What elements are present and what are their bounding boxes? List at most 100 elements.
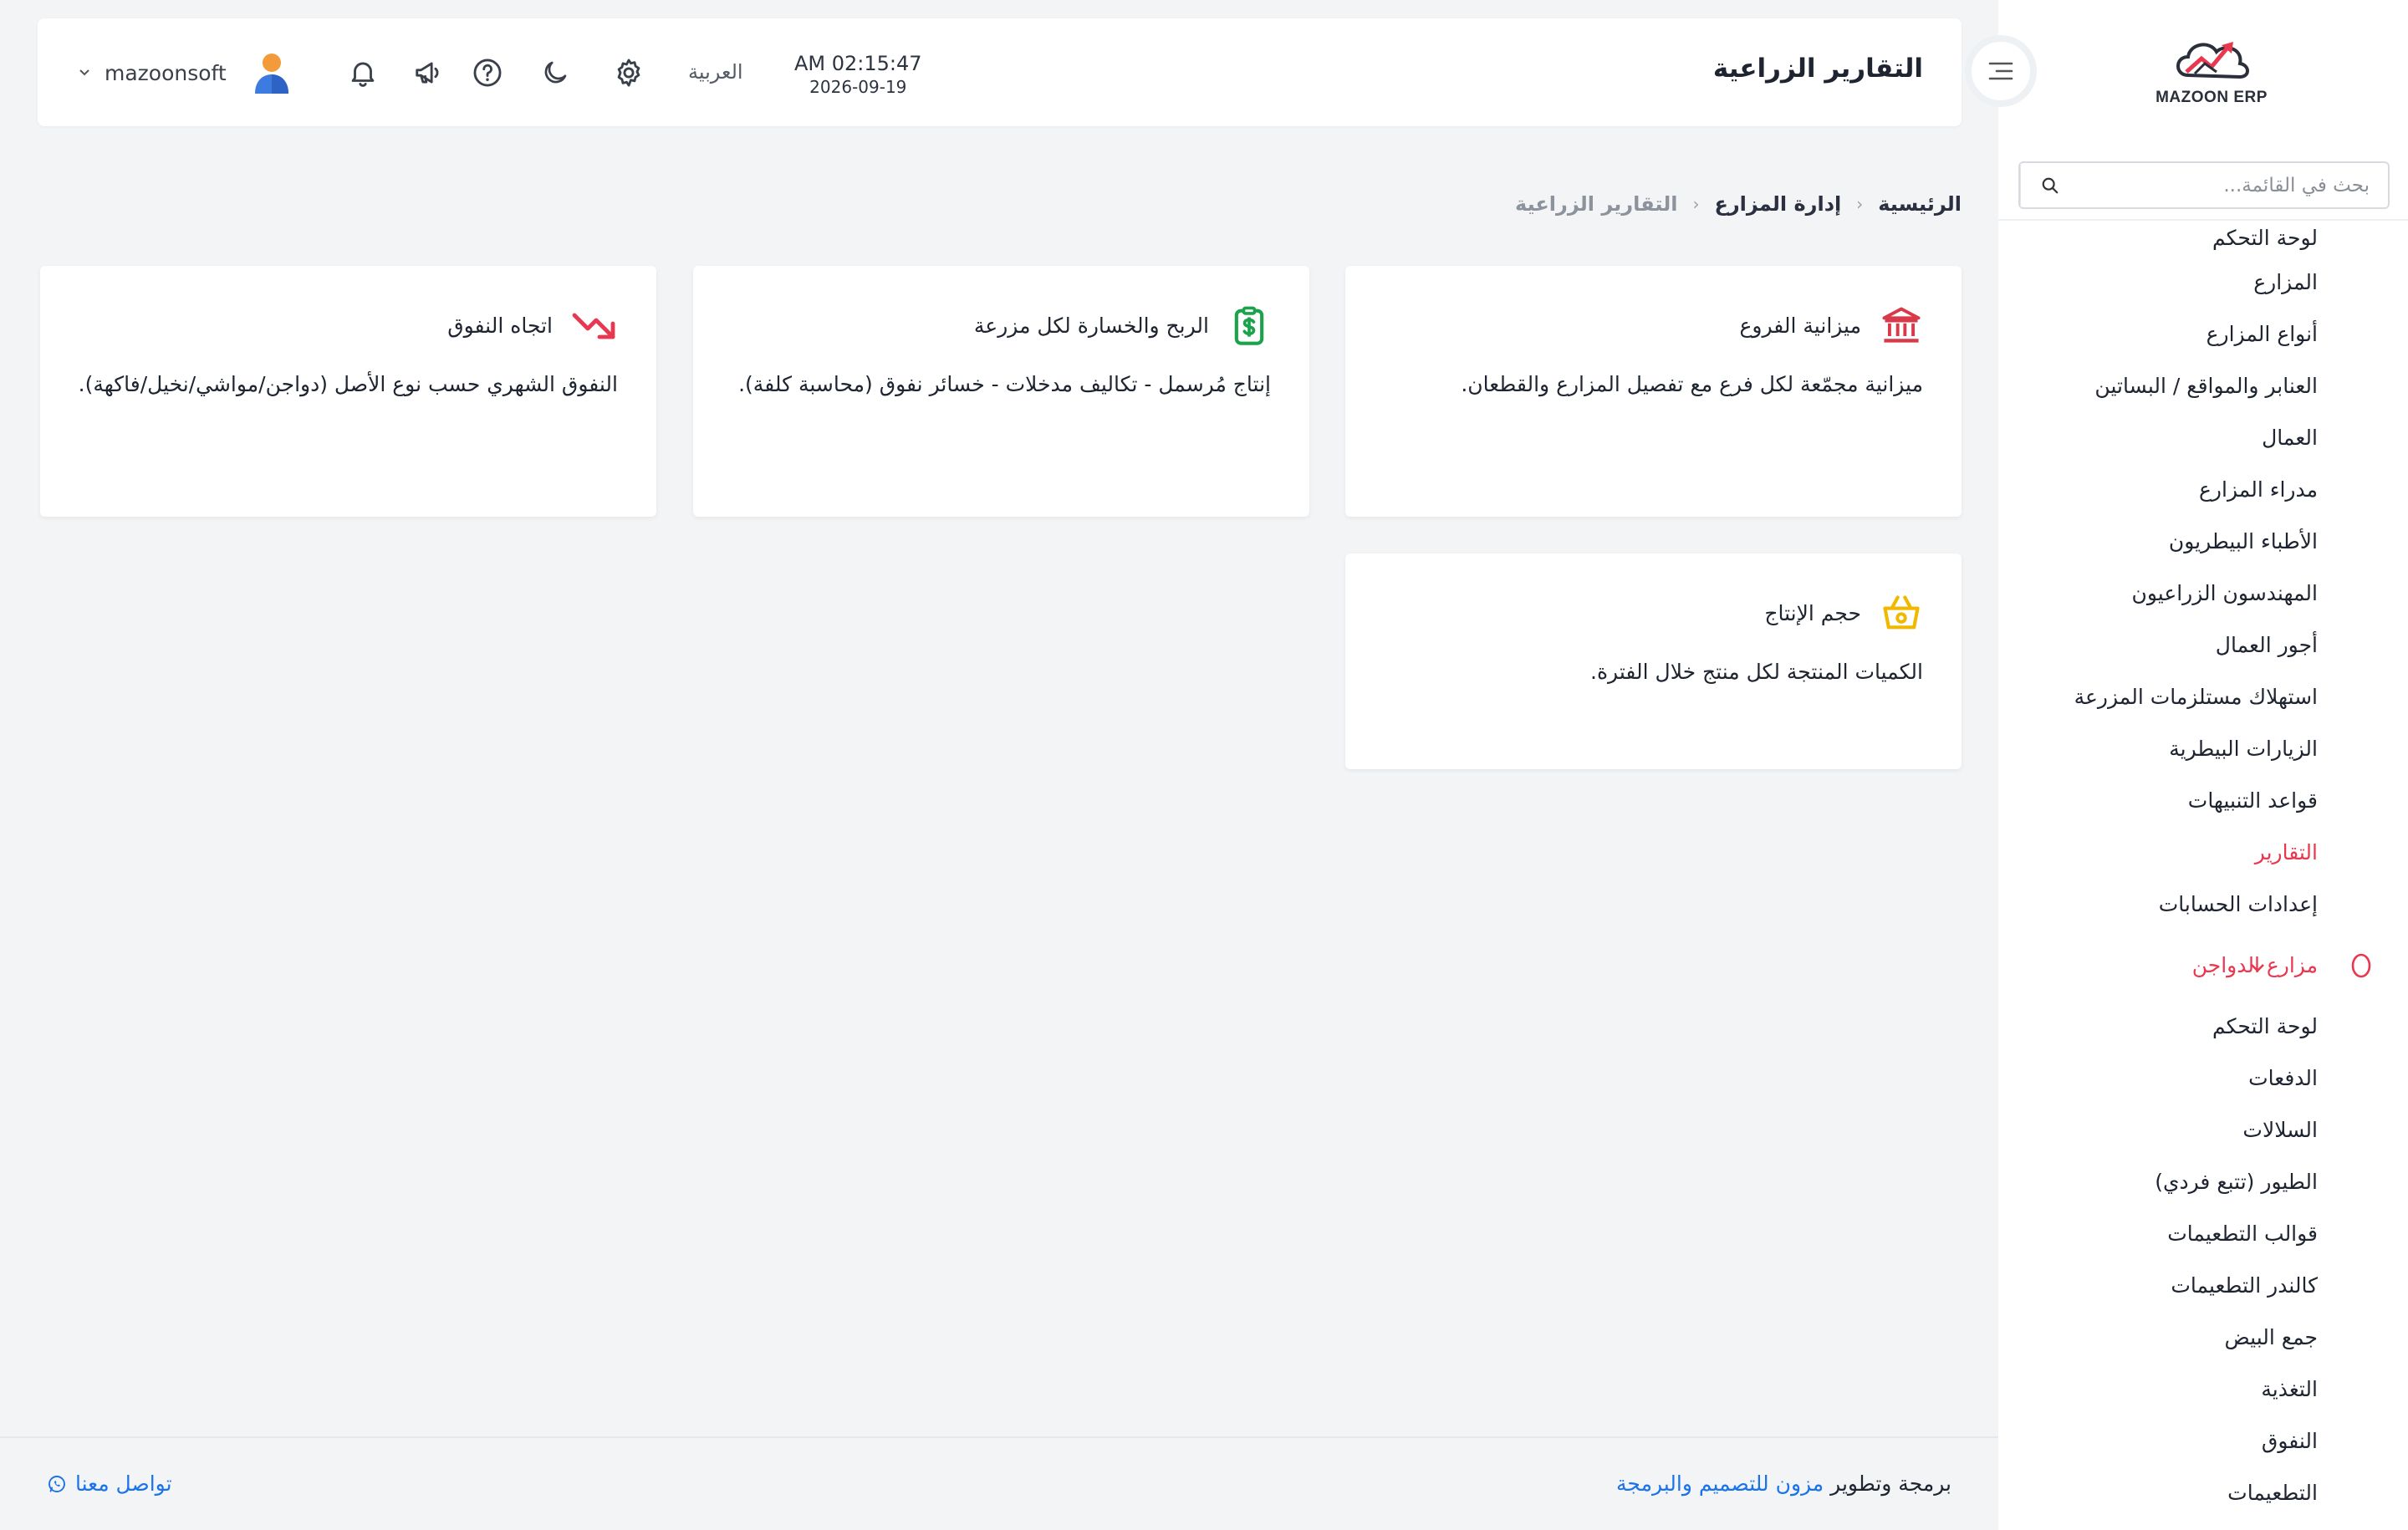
breadcrumb-section[interactable]: إدارة المزارع <box>1714 192 1841 216</box>
sidebar-item-label: إعدادات الحسابات <box>2158 891 2318 916</box>
card-description: ميزانية مجمّعة لكل فرع مع تفصيل المزارع … <box>1461 372 1923 396</box>
sidebar-item-label: لوحة التحكم <box>2212 225 2318 250</box>
logo-cloud-icon <box>2176 42 2249 79</box>
sidebar-item-vet-visits[interactable]: الزيارات البيطرية <box>1998 722 2408 774</box>
sidebar-item-label: قواعد التنبيهات <box>2187 788 2318 813</box>
search-input[interactable] <box>2079 163 2388 207</box>
megaphone-icon <box>416 62 439 84</box>
card-title: ميزانية الفروع <box>1739 313 1861 338</box>
sidebar-subitem-label: السلالات <box>2242 1117 2318 1142</box>
gear-icon <box>617 59 640 87</box>
logo-text: MAZOON ERP <box>2155 89 2268 106</box>
sidebar-subitem-label: النفوق <box>2261 1428 2318 1453</box>
top-bar: التقارير الزراعية AM 02:15:47 2026-09-19… <box>38 18 1962 126</box>
help-icon <box>473 59 502 87</box>
search-icon <box>2042 177 2058 193</box>
dark-mode-toggle[interactable] <box>536 54 574 92</box>
clock-date: 2026-09-19 <box>809 77 907 97</box>
report-card-branch-budget[interactable]: ميزانية الفروع ميزانية مجمّعة لكل فرع مع… <box>1345 266 1962 517</box>
sidebar-subitem-mortality[interactable]: النفوق <box>1998 1415 2408 1466</box>
sidebar-subitem-batches[interactable]: الدفعات <box>1998 1052 2408 1104</box>
sidebar-subitem-vaccinations[interactable]: التطعيمات <box>1998 1466 2408 1518</box>
sidebar-item-farm-managers[interactable]: مدراء المزارع <box>1998 463 2408 515</box>
sidebar-subitem-label: جمع البيض <box>2224 1324 2318 1349</box>
clock: AM 02:15:47 2026-09-19 <box>794 52 922 97</box>
language-switch[interactable]: العربية <box>688 60 743 84</box>
sidebar-item-dashboard[interactable]: لوحة التحكم <box>1998 219 2408 256</box>
sidebar-item-label: العمال <box>2262 425 2318 450</box>
breadcrumb-home[interactable]: الرئيسية <box>1878 192 1962 216</box>
trend-down-icon <box>572 313 615 339</box>
report-card-production-volume[interactable]: حجم الإنتاج الكميات المنتجة لكل منتج خلا… <box>1345 553 1962 769</box>
username: mazoonsoft <box>105 60 227 85</box>
egg-icon <box>2344 951 2378 978</box>
sidebar: MAZOON ERP لوحة التحكم المزارع أنواع الم… <box>1998 0 2408 1530</box>
sidebar-item-reports[interactable]: التقارير <box>1998 826 2408 878</box>
card-title: حجم الإنتاج <box>1764 600 1861 625</box>
card-description: إنتاج مُرسمل - تكاليف مدخلات - خسائر نفو… <box>738 372 1271 396</box>
settings-button[interactable] <box>610 54 648 92</box>
footer-credit: برمجة وتطوير مزون للتصميم والبرمجة <box>1616 1471 1951 1496</box>
sidebar-item-account-settings[interactable]: إعدادات الحسابات <box>1998 878 2408 930</box>
sidebar-item-label: الأطباء البيطريون <box>2168 528 2318 553</box>
sidebar-item-alert-rules[interactable]: قواعد التنبيهات <box>1998 774 2408 826</box>
sidebar-subitem-breeds[interactable]: السلالات <box>1998 1104 2408 1155</box>
page-title: التقارير الزراعية <box>1712 54 1923 84</box>
user-menu[interactable]: mazoonsoft <box>78 50 292 95</box>
sidebar-subitem-vaccine-calendar[interactable]: كالندر التطعيمات <box>1998 1259 2408 1311</box>
sidebar-item-label: الزيارات البيطرية <box>2169 736 2318 761</box>
card-title: الربح والخسارة لكل مزرعة <box>973 313 1209 338</box>
whatsapp-icon <box>48 1475 65 1492</box>
chevron-down-icon[interactable] <box>2249 955 2266 979</box>
sidebar-toggle-button[interactable] <box>1965 35 2037 107</box>
footer-brand-link[interactable]: مزون للتصميم والبرمجة <box>1616 1471 1824 1496</box>
report-card-mortality-trend[interactable]: اتجاه النفوق النفوق الشهري حسب نوع الأصل… <box>40 266 656 517</box>
sidebar-item-farm-types[interactable]: أنواع المزارع <box>1998 308 2408 360</box>
help-button[interactable] <box>468 54 507 92</box>
sidebar-subitem-label: الطيور (تتبع فردي) <box>2155 1169 2318 1194</box>
bell-icon <box>351 62 375 87</box>
sidebar-subitem-label: قوالب التطعيمات <box>2167 1221 2318 1246</box>
footer: برمجة وتطوير مزون للتصميم والبرمجة تواصل… <box>0 1436 1998 1530</box>
sidebar-item-vets[interactable]: الأطباء البيطريون <box>1998 515 2408 567</box>
card-title: اتجاه النفوق <box>447 313 553 338</box>
sidebar-item-label: المزارع <box>2253 269 2318 294</box>
notifications-button[interactable] <box>344 54 382 92</box>
sidebar-item-farms[interactable]: المزارع <box>1998 256 2408 308</box>
footer-credit-prefix: برمجة وتطوير <box>1830 1471 1951 1496</box>
sidebar-item-wages[interactable]: أجور العمال <box>1998 619 2408 671</box>
basket-icon <box>1883 595 1920 630</box>
sidebar-item-supplies[interactable]: استهلاك مستلزمات المزرعة <box>1998 671 2408 722</box>
sidebar-subitem-label: التطعيمات <box>2227 1480 2318 1505</box>
bank-icon <box>1882 307 1921 343</box>
menu-icon <box>1988 62 2013 80</box>
sidebar-subitem-label: الدفعات <box>2248 1065 2318 1090</box>
dollar-clipboard-icon <box>1234 306 1264 345</box>
sidebar-item-engineers[interactable]: المهندسون الزراعيون <box>1998 567 2408 619</box>
sidebar-subitem-vaccine-templates[interactable]: قوالب التطعيمات <box>1998 1207 2408 1259</box>
search-box <box>2018 161 2390 209</box>
moon-icon <box>544 61 567 84</box>
sidebar-item-label: استهلاك مستلزمات المزرعة <box>2074 684 2318 709</box>
report-card-profit-loss[interactable]: الربح والخسارة لكل مزرعة إنتاج مُرسمل - … <box>693 266 1309 517</box>
announcements-button[interactable] <box>410 54 448 92</box>
breadcrumb: الرئيسية ‹ إدارة المزارع ‹ التقارير الزر… <box>1515 192 1962 216</box>
avatar <box>254 54 288 94</box>
sidebar-group-poultry[interactable]: مزارع الدواجن <box>1998 930 2408 1000</box>
sidebar-subitem-label: التغذية <box>2261 1376 2318 1401</box>
logo[interactable]: MAZOON ERP <box>2140 33 2283 117</box>
sidebar-item-wards[interactable]: العنابر والمواقع / البساتين <box>1998 360 2408 411</box>
sidebar-subitem-feeding[interactable]: التغذية <box>1998 1363 2408 1415</box>
sidebar-item-workers[interactable]: العمال <box>1998 411 2408 463</box>
search-button[interactable] <box>2020 163 2079 207</box>
contact-link[interactable]: تواصل معنا <box>47 1471 172 1496</box>
breadcrumb-separator-icon: ‹ <box>1692 194 1700 214</box>
card-description: الكميات المنتجة لكل منتج خلال الفترة. <box>1590 660 1923 684</box>
sidebar-subitem-egg-collection[interactable]: جمع البيض <box>1998 1311 2408 1363</box>
breadcrumb-separator-icon: ‹ <box>1856 194 1864 214</box>
sidebar-subitem-dashboard[interactable]: لوحة التحكم <box>1998 1000 2408 1052</box>
sidebar-item-label: المهندسون الزراعيون <box>2131 580 2319 605</box>
sidebar-subitem-birds[interactable]: الطيور (تتبع فردي) <box>1998 1155 2408 1207</box>
clock-time: AM 02:15:47 <box>794 52 922 75</box>
sidebar-item-label: مدراء المزارع <box>2199 477 2318 502</box>
